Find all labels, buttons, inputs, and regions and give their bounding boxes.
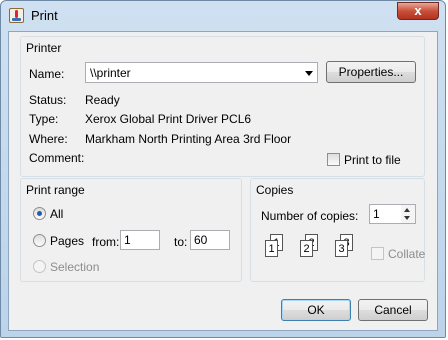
print-range-group-title: Print range: [26, 183, 85, 197]
page-icon: 1: [265, 240, 278, 257]
close-button[interactable]: x: [397, 2, 439, 20]
to-label: to:: [174, 235, 188, 249]
status-value: Ready: [85, 93, 120, 107]
page-icon: 3: [335, 240, 348, 257]
properties-button[interactable]: Properties...: [326, 61, 416, 83]
ok-button-label: OK: [307, 303, 325, 317]
close-icon: x: [414, 3, 422, 18]
printer-group: Printer Name: \\printer Properties... St…: [20, 36, 425, 177]
type-value: Xerox Global Print Driver PCL6: [85, 112, 252, 126]
dialog-body: Printer Name: \\printer Properties... St…: [8, 31, 438, 331]
all-radio-label[interactable]: All: [50, 207, 63, 221]
ok-button[interactable]: OK: [281, 299, 351, 321]
title-bar[interactable]: Print x: [1, 1, 445, 31]
spin-down-icon[interactable]: [401, 214, 415, 223]
print-range-group: Print range All Pages from: 1 to: 60 Sel…: [20, 178, 242, 282]
chevron-down-icon: [305, 71, 313, 76]
where-label: Where:: [29, 132, 68, 146]
cancel-button-label: Cancel: [374, 303, 412, 317]
name-label: Name:: [29, 67, 65, 81]
number-of-copies-label: Number of copies:: [261, 209, 359, 223]
printer-group-title: Printer: [26, 41, 62, 55]
properties-button-label: Properties...: [338, 65, 404, 79]
selection-radio[interactable]: [33, 260, 46, 273]
cancel-button[interactable]: Cancel: [358, 299, 428, 321]
window-title: Print: [31, 8, 58, 23]
print-dialog-window: Print x Printer Name: \\printer Properti…: [0, 0, 446, 338]
printer-name-value: \\printer: [90, 66, 131, 80]
printer-name-select[interactable]: \\printer: [85, 62, 318, 83]
where-value: Markham North Printing Area 3rd Floor: [85, 132, 292, 146]
number-of-copies-input[interactable]: 1: [369, 204, 402, 224]
type-label: Type:: [29, 112, 59, 126]
collate-checkbox[interactable]: [371, 247, 384, 260]
collate-label[interactable]: Collate: [388, 247, 425, 261]
from-page-input[interactable]: 1: [120, 230, 160, 250]
status-label: Status:: [29, 93, 67, 107]
pages-radio[interactable]: [33, 234, 46, 247]
all-radio[interactable]: [33, 207, 46, 220]
pages-radio-label[interactable]: Pages: [50, 234, 84, 248]
print-to-file-label[interactable]: Print to file: [344, 153, 401, 167]
from-label: from:: [92, 235, 120, 249]
print-to-file-checkbox[interactable]: [327, 153, 340, 166]
spin-up-icon[interactable]: [401, 205, 415, 214]
to-page-input[interactable]: 60: [190, 230, 230, 250]
copies-spinner[interactable]: [401, 204, 416, 224]
page-icon: 2: [300, 240, 313, 257]
comment-label: Comment:: [29, 151, 85, 165]
java-app-icon: [9, 8, 24, 23]
copies-group: Copies Number of copies: 1 1 1 2 2 3 3 C…: [250, 178, 425, 282]
copies-group-title: Copies: [256, 183, 294, 197]
selection-radio-label[interactable]: Selection: [50, 260, 99, 274]
